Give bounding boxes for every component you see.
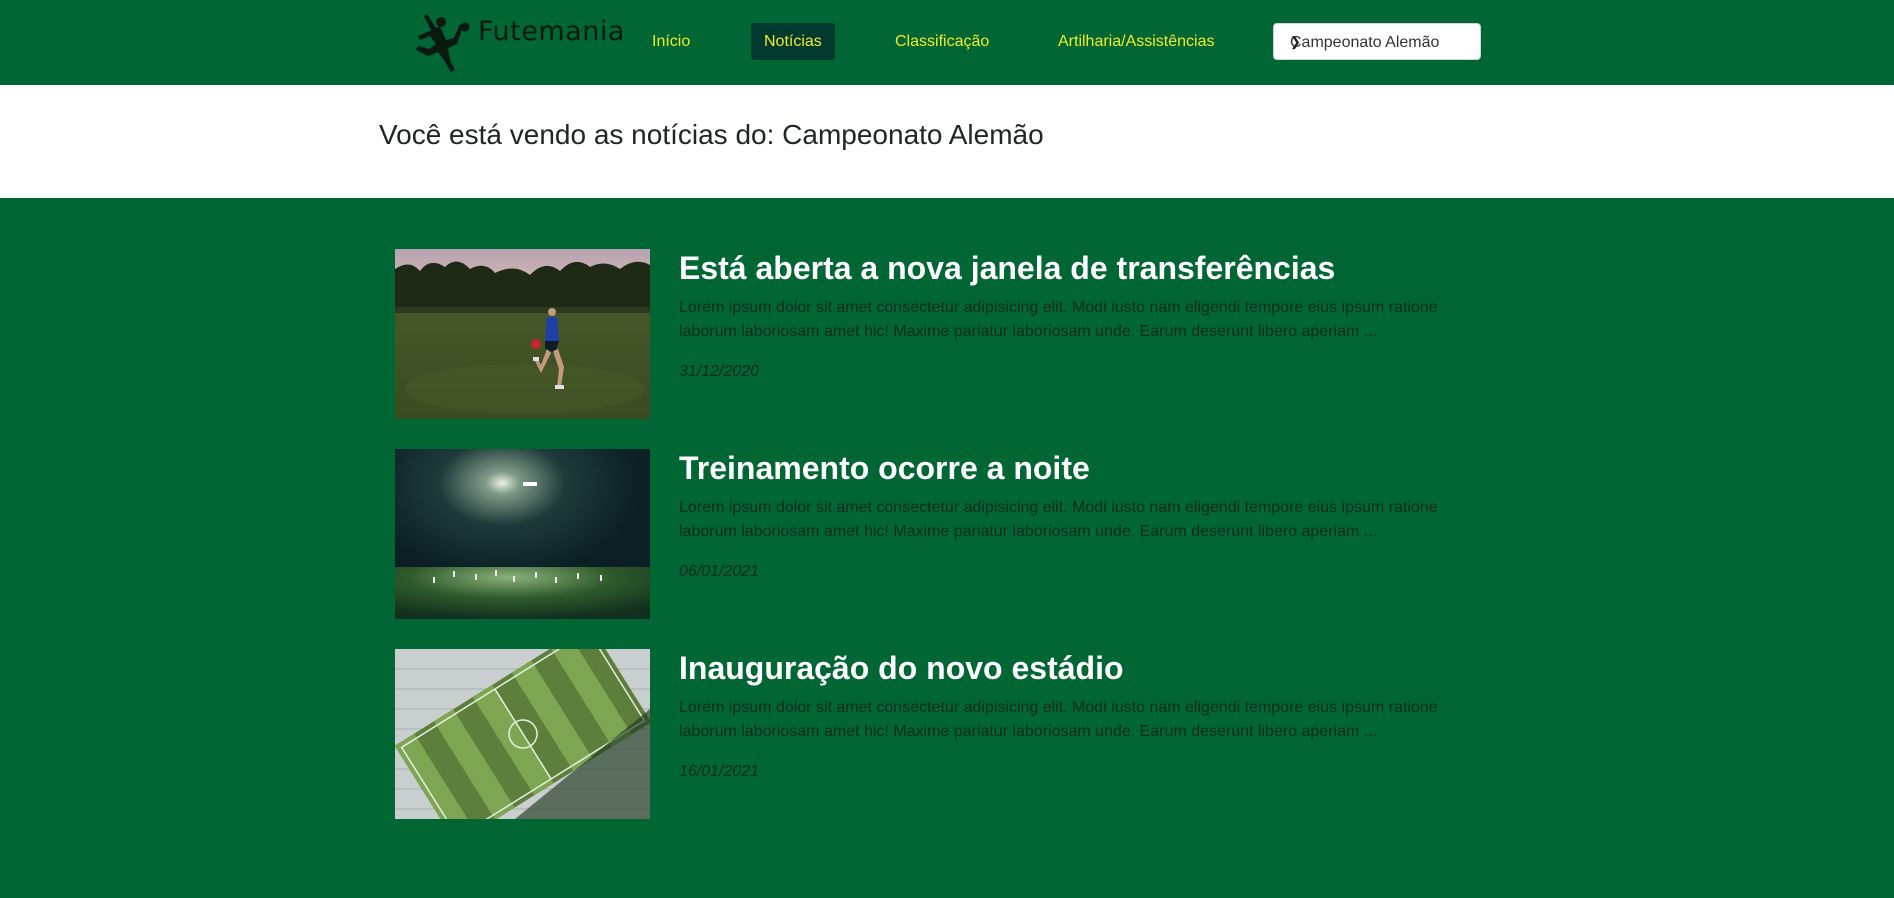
news-date: 06/01/2021 (679, 563, 760, 580)
news-title[interactable]: Inauguração do novo estádio (679, 650, 1124, 687)
navbar: Futemania Início Notícias Classificação … (0, 0, 1894, 85)
nav-link-artilharia[interactable]: Artilharia/Assistências (1045, 23, 1228, 60)
news-date: 16/01/2021 (679, 763, 760, 780)
news-item: Está aberta a nova janela de transferênc… (395, 249, 1495, 419)
league-select[interactable]: Campeonato Alemão ❯ (1273, 23, 1481, 60)
nav-link-noticias[interactable]: Notícias (751, 23, 835, 60)
nav-link-classificacao[interactable]: Classificação (882, 23, 1002, 60)
chevron-down-icon: ❯ (1290, 34, 1301, 49)
nav-link-inicio[interactable]: Início (639, 23, 703, 60)
news-item: Inauguração do novo estádio Lorem ipsum … (395, 649, 1495, 819)
news-image[interactable] (395, 449, 650, 619)
bicycle-kick-icon (416, 14, 470, 72)
news-summary: Lorem ipsum dolor sit amet consectetur a… (679, 699, 1438, 740)
news-item: Treinamento ocorre a noite Lorem ipsum d… (395, 449, 1495, 619)
brand-name[interactable]: Futemania (478, 16, 625, 47)
news-summary: Lorem ipsum dolor sit amet consectetur a… (679, 499, 1438, 540)
page-title: Você está vendo as notícias do: Campeona… (379, 119, 1044, 150)
news-date: 31/12/2020 (679, 363, 760, 380)
news-title[interactable]: Está aberta a nova janela de transferênc… (679, 250, 1335, 287)
news-title[interactable]: Treinamento ocorre a noite (679, 450, 1090, 487)
heading-band: Você está vendo as notícias do: Campeona… (0, 85, 1894, 198)
news-summary: Lorem ipsum dolor sit amet consectetur a… (679, 299, 1438, 340)
news-image[interactable] (395, 649, 650, 819)
news-image[interactable] (395, 249, 650, 419)
